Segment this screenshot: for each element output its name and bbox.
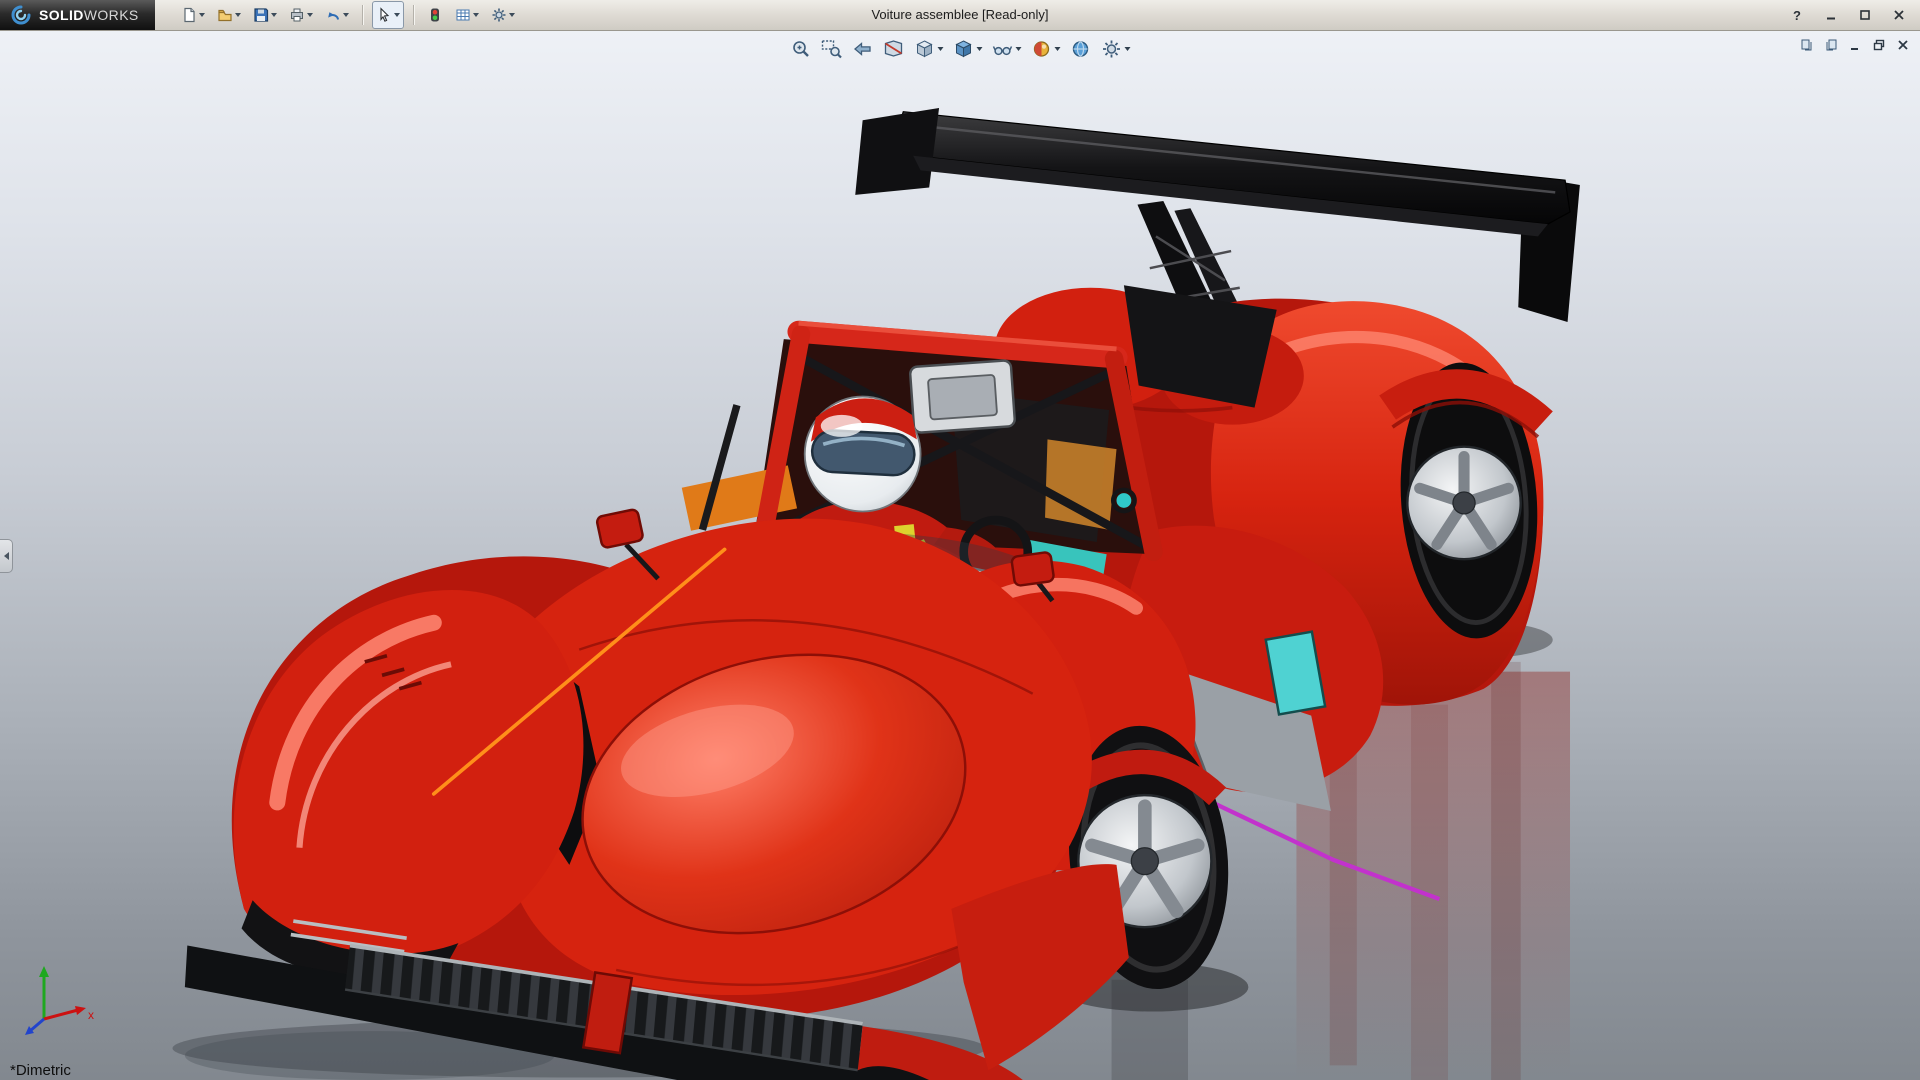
previous-document-button[interactable]: [1798, 36, 1816, 54]
apply-scene-button[interactable]: [1067, 36, 1095, 62]
section-view-icon: [883, 38, 905, 60]
brand-text-bold: SOLID: [39, 7, 84, 23]
chevron-down-icon: [1125, 47, 1131, 51]
next-document-button[interactable]: [1822, 36, 1840, 54]
toolbar-separator: [413, 5, 414, 25]
minimize-document-icon: [1848, 38, 1862, 52]
minimize-document-button[interactable]: [1846, 36, 1864, 54]
chevron-down-icon: [509, 13, 515, 17]
restore-document-button[interactable]: [1870, 36, 1888, 54]
chevron-down-icon: [307, 13, 313, 17]
zoom-to-area-icon: [821, 38, 843, 60]
chevron-down-icon: [1055, 47, 1061, 51]
apply-scene-icon: [1070, 38, 1092, 60]
driver-helmet[interactable]: [805, 397, 921, 512]
undo-icon: [325, 7, 341, 23]
hide-show-items-icon: [992, 38, 1014, 60]
minimize-button[interactable]: [1822, 6, 1840, 24]
previous-document-icon: [1800, 38, 1814, 52]
close-icon: [1893, 9, 1905, 21]
window-controls: ?: [1788, 6, 1920, 24]
view-settings-icon: [1101, 38, 1123, 60]
select-button[interactable]: [372, 1, 404, 29]
chevron-left-icon: [4, 552, 9, 560]
heads-up-view-toolbar: [787, 36, 1134, 62]
zoom-to-fit-icon: [790, 38, 812, 60]
window-title: Voiture assemblee [Read-only]: [871, 0, 1048, 30]
cockpit-intake[interactable]: [910, 360, 1015, 433]
solidworks-logo: SOLIDWORKS: [0, 0, 155, 30]
save-icon: [253, 7, 269, 23]
document-window-controls: [1798, 36, 1912, 54]
restore-document-icon: [1872, 38, 1886, 52]
edit-appearance-button[interactable]: [1028, 36, 1064, 62]
chevron-down-icon: [1016, 47, 1022, 51]
table-button[interactable]: [451, 1, 483, 29]
chevron-down-icon: [343, 13, 349, 17]
save-button[interactable]: [249, 1, 281, 29]
zoom-to-fit-button[interactable]: [787, 36, 815, 62]
open-button[interactable]: [213, 1, 245, 29]
reference-triad: x: [16, 957, 100, 1046]
open-icon: [217, 7, 233, 23]
chevron-down-icon: [271, 13, 277, 17]
select-cursor-icon: [376, 7, 392, 23]
view-orientation-button[interactable]: [911, 36, 947, 62]
graphics-area[interactable]: x *Dimetric: [0, 31, 1920, 1080]
view-orientation-label: *Dimetric: [10, 1062, 71, 1079]
close-document-button[interactable]: [1894, 36, 1912, 54]
dassault-systemes-logo-icon: [10, 5, 32, 25]
z-axis: [30, 1019, 44, 1031]
section-view-button[interactable]: [880, 36, 908, 62]
zoom-to-area-button[interactable]: [818, 36, 846, 62]
right-mirror[interactable]: [1011, 552, 1054, 587]
toolbar-separator: [362, 5, 363, 25]
undo-button[interactable]: [321, 1, 353, 29]
previous-view-icon: [852, 38, 874, 60]
options-button[interactable]: [487, 1, 519, 29]
new-document-icon: [181, 7, 197, 23]
titlebar: SOLIDWORKS: [0, 0, 1920, 31]
print-button[interactable]: [285, 1, 317, 29]
close-document-icon: [1896, 38, 1910, 52]
minimize-icon: [1825, 9, 1837, 21]
chevron-down-icon: [473, 13, 479, 17]
options-icon: [491, 7, 507, 23]
new-document-button[interactable]: [177, 1, 209, 29]
chevron-down-icon: [977, 47, 983, 51]
brand-text-light: WORKS: [84, 7, 139, 23]
hide-show-items-button[interactable]: [989, 36, 1025, 62]
previous-view-button[interactable]: [849, 36, 877, 62]
view-orientation-icon: [914, 38, 936, 60]
left-mirror[interactable]: [596, 509, 644, 549]
close-button[interactable]: [1890, 6, 1908, 24]
view-settings-button[interactable]: [1098, 36, 1134, 62]
chevron-down-icon: [938, 47, 944, 51]
chevron-down-icon: [235, 13, 241, 17]
maximize-button[interactable]: [1856, 6, 1874, 24]
rebuild-icon: [427, 7, 443, 23]
feature-manager-flyout-tab[interactable]: [0, 539, 13, 573]
next-document-icon: [1824, 38, 1838, 52]
x-axis: [44, 1010, 78, 1019]
chevron-down-icon: [199, 13, 205, 17]
display-style-button[interactable]: [950, 36, 986, 62]
edit-appearance-icon: [1031, 38, 1053, 60]
3d-model-scene[interactable]: [0, 31, 1920, 1080]
table-icon: [455, 7, 471, 23]
display-style-icon: [953, 38, 975, 60]
print-icon: [289, 7, 305, 23]
file-toolbar: [177, 1, 519, 29]
rebuild-button[interactable]: [423, 1, 447, 29]
help-button[interactable]: ?: [1788, 6, 1806, 24]
solidworks-window: SOLIDWORKS: [0, 0, 1920, 1080]
maximize-icon: [1859, 9, 1871, 21]
x-axis-label: x: [88, 1008, 94, 1022]
chevron-down-icon: [394, 13, 400, 17]
